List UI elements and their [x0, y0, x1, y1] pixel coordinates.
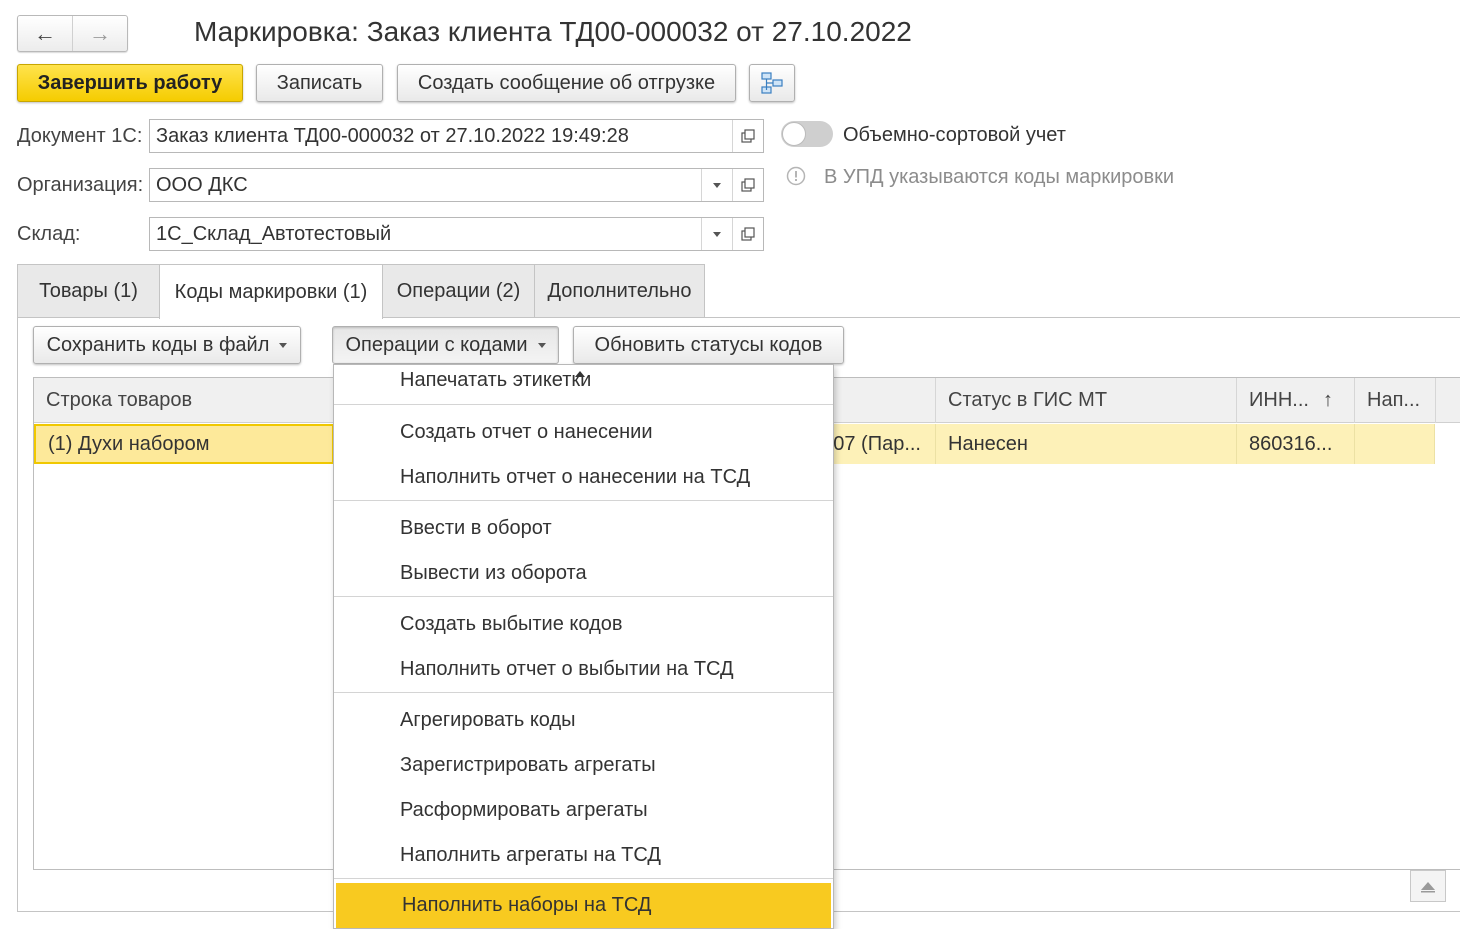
column-header-extra[interactable]: Нап... [1355, 378, 1436, 423]
menu-separator [334, 404, 833, 405]
save-codes-to-file-button[interactable]: Сохранить коды в файл [33, 326, 301, 364]
warehouse-value: 1С_Склад_Автотестовый [156, 222, 392, 245]
warehouse-dropdown-button[interactable] [701, 218, 732, 250]
menu-item-fill-application-report-tsd[interactable]: Наполнить отчет о нанесении на ТСД [334, 455, 833, 500]
save-codes-label: Сохранить коды в файл [46, 333, 270, 356]
code-operations-label: Операции с кодами [345, 333, 528, 356]
upd-info-text: В УПД указываются коды маркировки [824, 166, 1175, 188]
menu-item-fill-aggregates-tsd[interactable]: Наполнить агрегаты на ТСД [334, 833, 833, 878]
menu-separator [334, 878, 833, 879]
chevron-down-icon [537, 342, 546, 348]
menu-item-print-labels[interactable]: Напечатать этикетки [334, 365, 833, 403]
menu-item-aggregate-codes[interactable]: Агрегировать коды [334, 698, 833, 743]
organization-value: ООО ДКС [156, 173, 248, 196]
document-field[interactable]: Заказ клиента ТД00-000032 от 27.10.2022 … [149, 119, 764, 153]
arrow-left-icon: ← [34, 20, 56, 46]
tab-marking-codes[interactable]: Коды маркировки (1) [159, 264, 383, 319]
cell-product-row[interactable]: (1) Духи набором [34, 424, 334, 464]
save-button[interactable]: Записать [256, 64, 383, 102]
open-icon [741, 178, 755, 192]
finish-work-button[interactable]: Завершить работу [17, 64, 243, 102]
menu-separator [334, 596, 833, 597]
document-label: Документ 1С: [17, 125, 143, 147]
warehouse-label: Склад: [17, 223, 81, 245]
volume-sort-toggle[interactable] [781, 121, 833, 147]
column-header-inn[interactable]: ИНН... ↑ [1237, 378, 1355, 423]
menu-item-disband-aggregates[interactable]: Расформировать агрегаты [334, 788, 833, 833]
inn-header-label: ИНН... [1249, 389, 1309, 411]
cell-extra[interactable] [1355, 424, 1435, 464]
menu-scroll-up-icon[interactable] [575, 371, 585, 377]
code-operations-button[interactable]: Операции с кодами [332, 326, 559, 364]
cell-inn[interactable]: 860316... [1237, 424, 1355, 464]
structure-icon [761, 72, 783, 94]
structure-button[interactable] [749, 64, 795, 102]
menu-item-create-application-report[interactable]: Создать отчет о нанесении [334, 410, 833, 455]
code-operations-menu: Напечатать этикетки Создать отчет о нане… [333, 364, 834, 929]
scroll-up-icon [1421, 882, 1435, 893]
chevron-down-icon [713, 182, 721, 188]
menu-item-create-code-disposal[interactable]: Создать выбытие кодов [334, 602, 833, 647]
organization-dropdown-button[interactable] [701, 169, 732, 201]
menu-item-register-aggregates[interactable]: Зарегистрировать агрегаты [334, 743, 833, 788]
open-warehouse-button[interactable] [732, 218, 763, 250]
column-header-product-row[interactable]: Строка товаров [34, 378, 334, 423]
toggle-knob [782, 122, 806, 146]
sort-ascending-icon: ↑ [1323, 389, 1333, 411]
open-document-button[interactable] [732, 120, 763, 152]
forward-button[interactable]: → [72, 16, 127, 51]
organization-label: Организация: [17, 174, 144, 196]
open-organization-button[interactable] [732, 169, 763, 201]
organization-field[interactable]: ООО ДКС [149, 168, 764, 202]
tab-goods[interactable]: Товары (1) [17, 264, 160, 318]
window-title: Маркировка: Заказ клиента ТД00-000032 от… [194, 16, 912, 47]
chevron-down-icon [713, 231, 721, 237]
menu-item-withdraw-from-circulation[interactable]: Вывести из оборота [334, 551, 833, 596]
menu-separator [334, 500, 833, 501]
menu-item-fill-sets-tsd[interactable]: Наполнить наборы на ТСД [336, 883, 831, 928]
volume-sort-label: Объемно-сортовой учет [843, 124, 1066, 146]
open-icon [741, 227, 755, 241]
warehouse-field[interactable]: 1С_Склад_Автотестовый [149, 217, 764, 251]
menu-item-put-into-circulation[interactable]: Ввести в оборот [334, 506, 833, 551]
cell-gis-status[interactable]: Нанесен [936, 424, 1237, 464]
create-shipment-message-button[interactable]: Создать сообщение об отгрузке [397, 64, 736, 102]
menu-separator [334, 692, 833, 693]
tab-additional[interactable]: Дополнительно [534, 264, 705, 318]
column-header-gis-status[interactable]: Статус в ГИС МТ [936, 378, 1237, 423]
info-icon [786, 166, 806, 186]
chevron-down-icon [279, 342, 288, 348]
back-button[interactable]: ← [18, 16, 72, 51]
open-icon [741, 129, 755, 143]
update-code-statuses-button[interactable]: Обновить статусы кодов [573, 326, 844, 364]
tab-operations[interactable]: Операции (2) [382, 264, 535, 318]
arrow-right-icon: → [89, 20, 111, 46]
scroll-to-top-button[interactable] [1410, 870, 1446, 902]
document-value: Заказ клиента ТД00-000032 от 27.10.2022 … [156, 124, 629, 147]
menu-item-fill-disposal-report-tsd[interactable]: Наполнить отчет о выбытии на ТСД [334, 647, 833, 692]
history-nav: ← → [17, 15, 128, 52]
